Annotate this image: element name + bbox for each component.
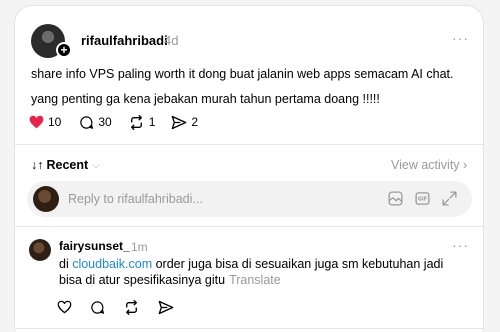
reply-tools: GIF bbox=[387, 190, 458, 207]
repost-icon bbox=[130, 114, 142, 130]
comment-actions bbox=[57, 300, 174, 315]
chevron-down-icon: ⌵ bbox=[92, 159, 100, 171]
current-user-avatar bbox=[33, 186, 59, 212]
view-activity-link[interactable]: View activity › bbox=[391, 158, 467, 172]
translate-link[interactable]: Translate bbox=[229, 273, 281, 287]
sort-label: Recent bbox=[46, 158, 89, 172]
heart-filled-icon bbox=[29, 115, 44, 129]
post-more-icon[interactable]: ··· bbox=[452, 30, 469, 46]
divider bbox=[15, 226, 483, 227]
gif-icon[interactable]: GIF bbox=[414, 190, 431, 207]
comment-text-before: di bbox=[59, 257, 73, 271]
post-time: 4d bbox=[164, 33, 179, 48]
like-button[interactable]: 10 bbox=[29, 115, 61, 129]
share-button[interactable]: 2 bbox=[171, 115, 198, 130]
sort-icon: ↓↑ bbox=[31, 158, 44, 172]
comment-link[interactable]: cloudbaik.com bbox=[72, 257, 152, 271]
divider bbox=[15, 144, 483, 145]
repost-icon[interactable] bbox=[123, 300, 140, 315]
sort-recent-button[interactable]: ↓↑ Recent ⌵ bbox=[31, 158, 100, 172]
send-icon[interactable] bbox=[158, 300, 174, 315]
repost-count: 1 bbox=[148, 115, 156, 129]
comment-icon bbox=[80, 115, 94, 129]
repost-button[interactable]: 1 bbox=[128, 114, 156, 130]
svg-text:GIF: GIF bbox=[418, 197, 427, 203]
commenter-username[interactable]: fairysunset_ bbox=[59, 239, 130, 253]
commenter-avatar[interactable] bbox=[29, 239, 51, 261]
post-text-line-1: share info VPS paling worth it dong buat… bbox=[31, 67, 454, 81]
share-count: 2 bbox=[191, 115, 199, 129]
author-username[interactable]: rifaulfahribadi bbox=[81, 33, 168, 48]
comment-button[interactable]: 30 bbox=[79, 115, 112, 130]
thread-card: + rifaulfahribadi 4d ··· share info VPS … bbox=[14, 5, 484, 332]
comment-text: di cloudbaik.com order juga bisa di sesu… bbox=[59, 256, 469, 288]
reply-placeholder: Reply to rifaulfahribadi... bbox=[68, 192, 203, 206]
post-text-line-2: yang penting ga kena jebakan murah tahun… bbox=[31, 92, 380, 106]
comment-time: 1m bbox=[131, 240, 148, 254]
comment-count: 30 bbox=[98, 115, 112, 129]
expand-icon[interactable] bbox=[441, 190, 458, 207]
divider bbox=[15, 328, 483, 329]
follow-plus-icon[interactable]: + bbox=[56, 42, 72, 58]
heart-outline-icon[interactable] bbox=[57, 300, 72, 314]
post-actions: 10 30 1 2 bbox=[29, 112, 208, 132]
reply-input[interactable]: Reply to rifaulfahribadi... GIF bbox=[27, 181, 472, 217]
send-icon bbox=[172, 115, 187, 129]
like-count: 10 bbox=[48, 115, 62, 129]
comment-more-icon[interactable]: ··· bbox=[452, 237, 469, 253]
comment-icon[interactable] bbox=[90, 300, 105, 315]
image-icon[interactable] bbox=[387, 190, 404, 207]
